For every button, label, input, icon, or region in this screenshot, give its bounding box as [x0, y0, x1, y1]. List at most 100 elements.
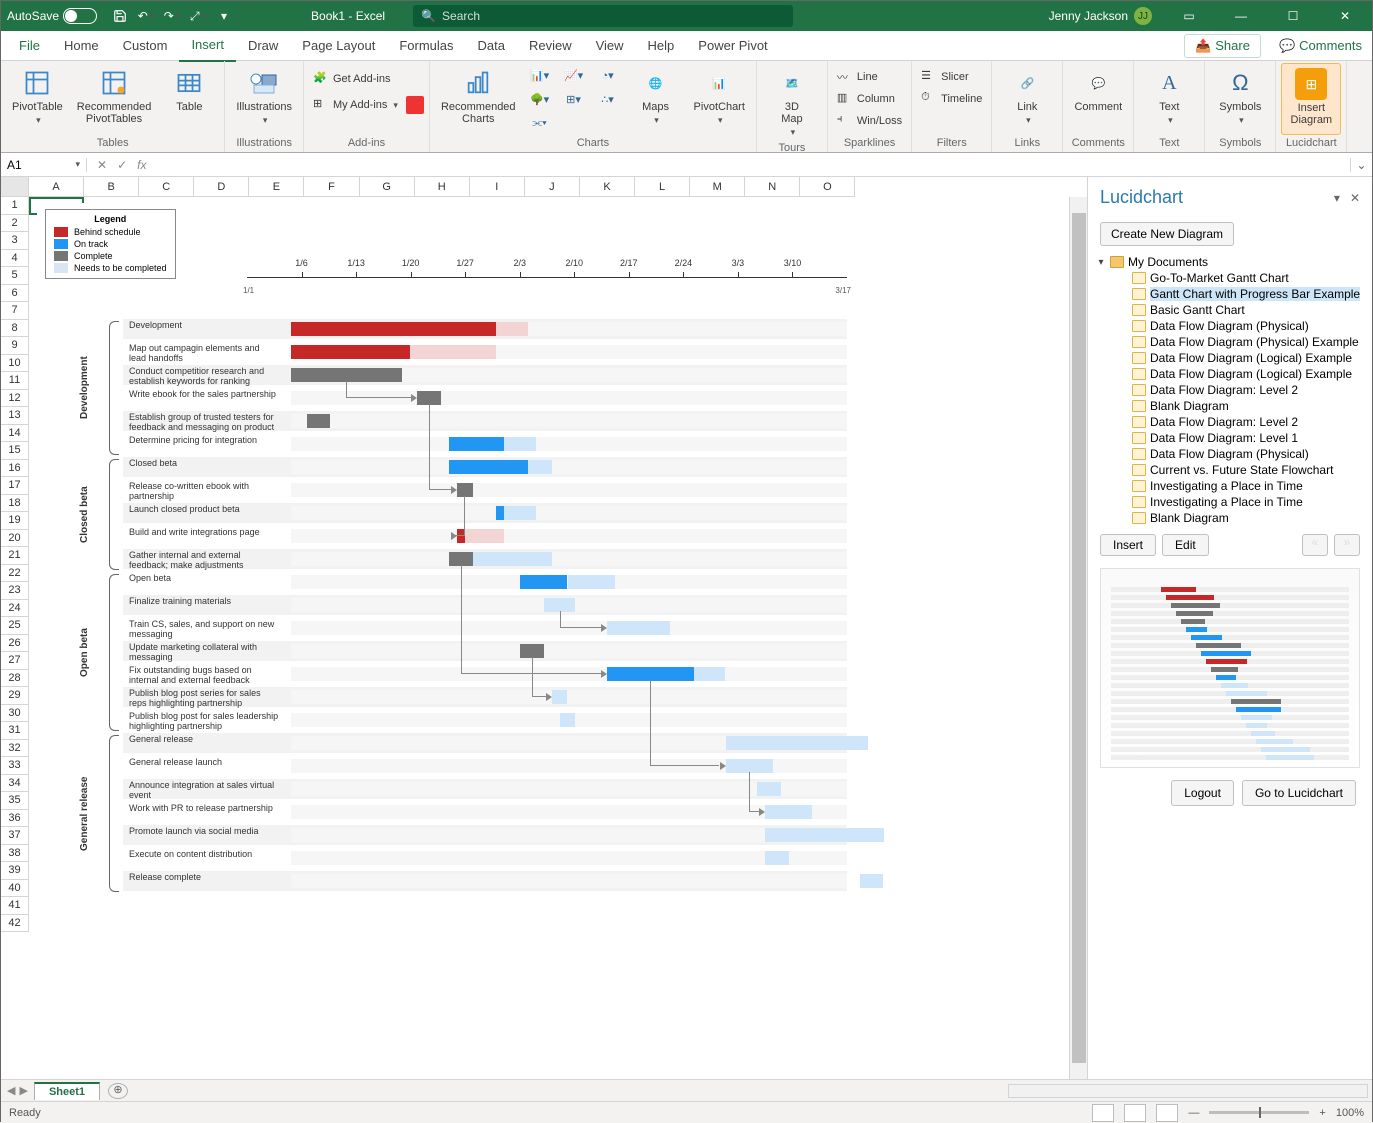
- illustrations-button[interactable]: Illustrations▾: [230, 63, 298, 135]
- rec-pivottables-button[interactable]: Recommended PivotTables: [71, 63, 158, 135]
- fx-icon[interactable]: fx: [137, 158, 146, 172]
- pivotchart-button[interactable]: 📊PivotChart▾: [688, 63, 751, 135]
- tree-document[interactable]: Data Flow Diagram: Level 1: [1096, 430, 1364, 446]
- scatter-chart-icon[interactable]: ∴▾: [592, 87, 624, 111]
- column-header[interactable]: G: [360, 177, 415, 197]
- enter-formula-icon[interactable]: ✓: [117, 158, 127, 172]
- row-header[interactable]: 28: [1, 670, 29, 688]
- column-header[interactable]: A: [29, 177, 84, 197]
- row-header[interactable]: 3: [1, 232, 29, 250]
- table-button[interactable]: Table: [159, 63, 219, 135]
- pie-chart-icon[interactable]: ◔▾: [592, 63, 624, 87]
- sheet-nav-next-icon[interactable]: ▶: [19, 1084, 27, 1097]
- customize-qat-icon[interactable]: ▾: [213, 5, 235, 27]
- page-break-view-button[interactable]: [1156, 1104, 1178, 1122]
- name-box[interactable]: A1▾: [1, 158, 87, 172]
- column-header[interactable]: E: [249, 177, 304, 197]
- tab-file[interactable]: File: [7, 31, 52, 61]
- row-header[interactable]: 13: [1, 407, 29, 425]
- select-all-button[interactable]: [1, 177, 29, 197]
- row-header[interactable]: 30: [1, 705, 29, 723]
- row-header[interactable]: 26: [1, 635, 29, 653]
- tree-document[interactable]: Data Flow Diagram (Physical): [1096, 446, 1364, 462]
- tab-page-layout[interactable]: Page Layout: [290, 31, 387, 61]
- search-box[interactable]: 🔍 Search: [413, 5, 793, 27]
- spreadsheet-grid[interactable]: ABCDEFGHIJKLMNO 123456789101112131415161…: [1, 177, 1088, 1079]
- pivottable-button[interactable]: PivotTable▾: [6, 63, 69, 135]
- spark-line-button[interactable]: 〰Line: [833, 67, 906, 87]
- create-new-diagram-button[interactable]: Create New Diagram: [1100, 222, 1234, 246]
- row-header[interactable]: 2: [1, 215, 29, 233]
- row-header[interactable]: 21: [1, 547, 29, 565]
- rec-charts-button[interactable]: Recommended Charts: [435, 63, 522, 135]
- tree-document[interactable]: Data Flow Diagram (Logical) Example: [1096, 366, 1364, 382]
- tree-document[interactable]: Data Flow Diagram: Level 2: [1096, 382, 1364, 398]
- row-header[interactable]: 33: [1, 757, 29, 775]
- tree-document[interactable]: Go-To-Market Gantt Chart: [1096, 270, 1364, 286]
- tree-document[interactable]: Basic Gantt Chart: [1096, 302, 1364, 318]
- tab-help[interactable]: Help: [636, 31, 687, 61]
- tab-draw[interactable]: Draw: [236, 31, 290, 61]
- panel-menu-icon[interactable]: ▾: [1334, 191, 1340, 205]
- tab-home[interactable]: Home: [52, 31, 111, 61]
- prev-page-button[interactable]: «: [1302, 534, 1328, 556]
- zoom-in-button[interactable]: +: [1319, 1107, 1325, 1119]
- line-chart-icon[interactable]: 📈▾: [558, 63, 590, 87]
- column-header[interactable]: O: [800, 177, 855, 197]
- bing-icon[interactable]: [406, 96, 424, 114]
- row-header[interactable]: 14: [1, 425, 29, 443]
- row-header[interactable]: 24: [1, 600, 29, 618]
- row-header[interactable]: 6: [1, 285, 29, 303]
- insert-diagram-button[interactable]: ⊞Insert Diagram: [1281, 63, 1341, 135]
- zoom-slider[interactable]: [1209, 1111, 1309, 1114]
- my-addins-button[interactable]: ⊞My Add-ins▾: [309, 95, 402, 115]
- tree-document[interactable]: Data Flow Diagram (Physical): [1096, 318, 1364, 334]
- undo-icon[interactable]: ↶▾: [135, 5, 157, 27]
- tree-document[interactable]: Gantt Chart with Progress Bar Example: [1096, 286, 1364, 302]
- row-header[interactable]: 41: [1, 897, 29, 915]
- zoom-level[interactable]: 100%: [1336, 1107, 1364, 1119]
- ribbon-display-icon[interactable]: ▭: [1166, 1, 1212, 31]
- row-header[interactable]: 12: [1, 390, 29, 408]
- maps-button[interactable]: 🌐Maps▾: [626, 63, 686, 135]
- tree-document[interactable]: Investigating a Place in Time: [1096, 494, 1364, 510]
- normal-view-button[interactable]: [1092, 1104, 1114, 1122]
- row-header[interactable]: 7: [1, 302, 29, 320]
- tree-document[interactable]: Data Flow Diagram (Logical) Example: [1096, 350, 1364, 366]
- row-header[interactable]: 36: [1, 810, 29, 828]
- logout-button[interactable]: Logout: [1171, 780, 1234, 806]
- row-header[interactable]: 18: [1, 495, 29, 513]
- row-header[interactable]: 19: [1, 512, 29, 530]
- text-button[interactable]: AText▾: [1139, 63, 1199, 135]
- maximize-icon[interactable]: ☐: [1270, 1, 1316, 31]
- row-header[interactable]: 35: [1, 792, 29, 810]
- row-header[interactable]: 42: [1, 915, 29, 933]
- row-header[interactable]: 1: [1, 197, 29, 215]
- combo-chart-icon[interactable]: ⫘▾: [524, 111, 556, 135]
- save-icon[interactable]: [109, 5, 131, 27]
- row-header[interactable]: 22: [1, 565, 29, 583]
- tab-data[interactable]: Data: [466, 31, 517, 61]
- tab-custom[interactable]: Custom: [111, 31, 180, 61]
- stat-chart-icon[interactable]: ⊞▾: [558, 87, 590, 111]
- spark-winloss-button[interactable]: ⫞Win/Loss: [833, 111, 906, 131]
- minimize-icon[interactable]: —: [1218, 1, 1264, 31]
- row-header[interactable]: 20: [1, 530, 29, 548]
- tab-review[interactable]: Review: [517, 31, 584, 61]
- row-header[interactable]: 32: [1, 740, 29, 758]
- cancel-formula-icon[interactable]: ✕: [97, 158, 107, 172]
- row-header[interactable]: 39: [1, 862, 29, 880]
- row-header[interactable]: 37: [1, 827, 29, 845]
- row-header[interactable]: 40: [1, 880, 29, 898]
- row-header[interactable]: 34: [1, 775, 29, 793]
- row-header[interactable]: 8: [1, 320, 29, 338]
- column-header[interactable]: F: [304, 177, 359, 197]
- column-header[interactable]: C: [139, 177, 194, 197]
- 3dmap-button[interactable]: 🗺️3D Map▾: [762, 63, 822, 140]
- row-header[interactable]: 27: [1, 652, 29, 670]
- sheet-tab[interactable]: Sheet1: [34, 1082, 100, 1100]
- row-header[interactable]: 15: [1, 442, 29, 460]
- timeline-button[interactable]: ⏱Timeline: [917, 89, 986, 109]
- comment-button[interactable]: 💬Comment: [1068, 63, 1128, 135]
- tab-power-pivot[interactable]: Power Pivot: [686, 31, 779, 61]
